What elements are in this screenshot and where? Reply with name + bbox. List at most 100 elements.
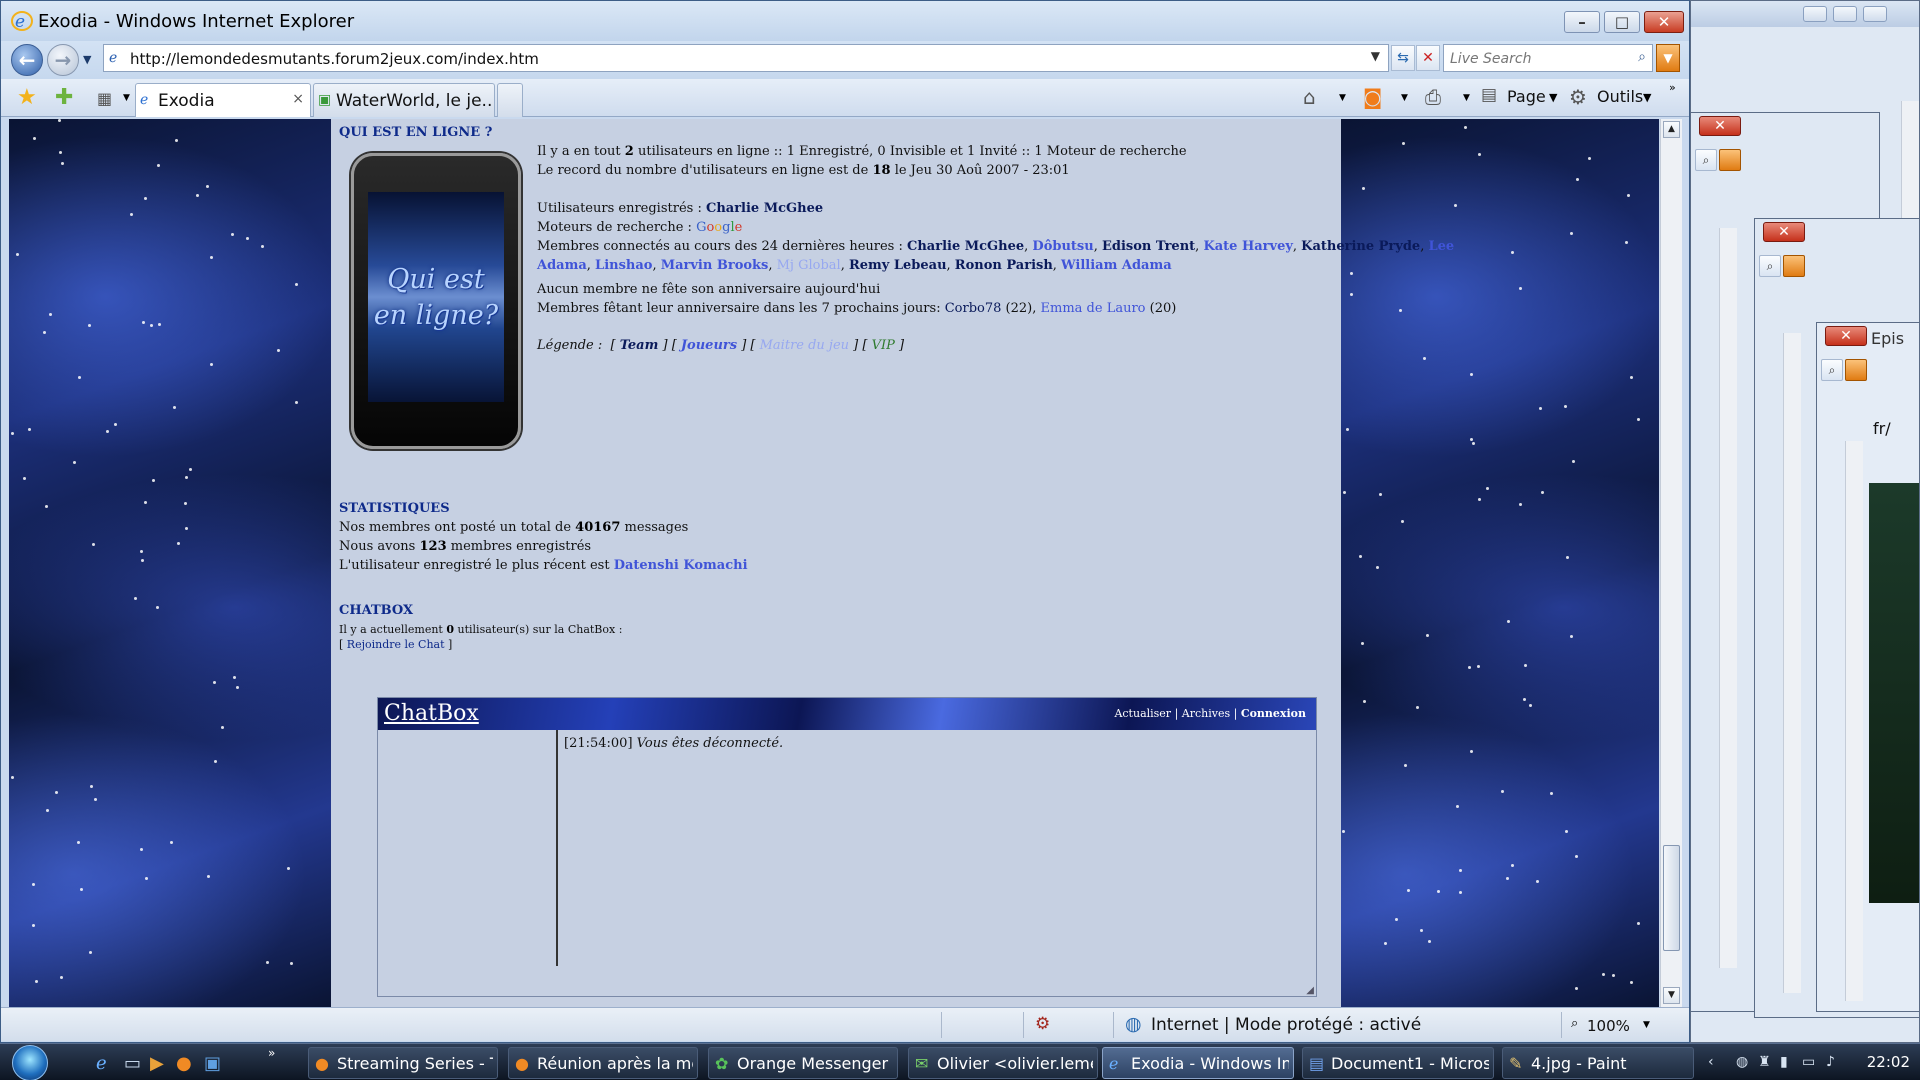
chatbox-login-link[interactable]: Connexion	[1241, 707, 1306, 720]
chatbox-archives-link[interactable]: Archives	[1182, 707, 1230, 720]
zoom-dropdown-icon[interactable]: ▼	[1643, 1020, 1650, 1030]
scroll-up-button[interactable]: ▲	[1663, 121, 1680, 138]
ie-quicklaunch-icon[interactable]: ℯ	[96, 1053, 107, 1074]
tab-waterworld[interactable]: ▣ WaterWorld, le je...	[313, 83, 495, 117]
background-window-3-scrollbar[interactable]	[1783, 333, 1801, 993]
live-search-input[interactable]: Live Search ⌕	[1443, 44, 1653, 72]
stop-button[interactable]: ✕	[1416, 45, 1440, 71]
security-zone[interactable]: Internet | Mode protégé : activé	[1151, 1015, 1421, 1035]
task-reunion[interactable]: ● Réunion après la mo...	[508, 1047, 698, 1079]
close-button[interactable]: ✕	[1644, 11, 1684, 33]
usb-tray-icon[interactable]: ▮	[1780, 1054, 1788, 1070]
member-link[interactable]: Ronon Parish	[955, 258, 1053, 273]
member-link[interactable]: Remy Lebeau	[849, 258, 947, 273]
search-icon[interactable]: ⌕	[1821, 359, 1843, 381]
member-link[interactable]: Adama	[537, 258, 587, 273]
firefox-quicklaunch-icon[interactable]: ●	[176, 1053, 192, 1074]
forward-button[interactable]: →	[47, 44, 79, 76]
new-tab-button[interactable]	[497, 83, 523, 117]
start-button[interactable]	[4, 1044, 56, 1080]
legend-vip-link[interactable]: VIP	[872, 338, 895, 353]
task-exodia-ie[interactable]: ℯ Exodia - Windows Int...	[1102, 1047, 1294, 1079]
feed-dropdown-icon[interactable]: ▼	[1401, 93, 1408, 103]
join-chat-link[interactable]: Rejoindre le Chat	[347, 638, 445, 651]
chevron-down-icon[interactable]: ▼	[1371, 49, 1380, 63]
member-link[interactable]: Kate Harvey	[1203, 239, 1292, 254]
member-link[interactable]: Emma de Lauro	[1041, 301, 1146, 316]
search-dropdown-button[interactable]	[1783, 255, 1805, 277]
rss-feed-icon[interactable]: ◙	[1363, 85, 1382, 109]
quick-tabs-icon[interactable]: ▦	[97, 89, 112, 108]
search-dropdown-button[interactable]	[1845, 359, 1867, 381]
search-dropdown-button[interactable]	[1719, 149, 1741, 171]
maximize-button[interactable]	[1833, 6, 1857, 22]
close-tab-icon[interactable]: ×	[292, 91, 304, 107]
resize-grip-icon[interactable]: ◢	[1306, 985, 1314, 996]
media-quicklaunch-icon[interactable]: ▶	[150, 1053, 164, 1074]
background-window-4-scrollbar[interactable]	[1845, 441, 1863, 1001]
chatbox-refresh-link[interactable]: Actualiser	[1114, 707, 1171, 720]
zoom-level[interactable]: 100%	[1587, 1017, 1630, 1035]
maximize-button[interactable]: □	[1604, 11, 1640, 33]
search-options-button[interactable]: ▼	[1656, 44, 1680, 72]
shield-tray-icon[interactable]: ♜	[1758, 1054, 1771, 1070]
print-dropdown-icon[interactable]: ▼	[1463, 93, 1470, 103]
chatbox-title-link[interactable]: ChatBox	[384, 701, 479, 726]
close-button[interactable]: ✕	[1763, 222, 1805, 242]
vertical-scrollbar[interactable]: ▲ ▼	[1660, 119, 1682, 1007]
favorites-star-icon[interactable]: ★	[17, 85, 37, 110]
chevron-down-icon[interactable]: ▼	[1549, 91, 1557, 104]
minimize-button[interactable]	[1803, 6, 1827, 22]
background-window-2-scrollbar[interactable]	[1719, 228, 1737, 968]
refresh-button[interactable]: ⇆	[1391, 45, 1415, 71]
task-paint[interactable]: ✎ 4.jpg - Paint	[1502, 1047, 1694, 1079]
member-link[interactable]: Lee	[1428, 239, 1454, 254]
popup-blocker-icon[interactable]: ⚙	[1035, 1014, 1050, 1034]
volume-icon[interactable]: ♪	[1826, 1054, 1835, 1070]
member-link[interactable]: Datenshi Komachi	[614, 558, 748, 573]
tools-menu[interactable]: Outils	[1597, 87, 1643, 106]
member-link[interactable]: William Adama	[1061, 258, 1172, 273]
monitor-tray-icon[interactable]: ▭	[1802, 1054, 1815, 1070]
member-link[interactable]: Charlie McGhee	[706, 201, 823, 216]
page-menu[interactable]: Page	[1507, 87, 1546, 106]
scroll-down-button[interactable]: ▼	[1663, 987, 1680, 1004]
chevron-down-icon[interactable]: ▼	[1643, 91, 1651, 104]
add-favorites-icon[interactable]: ✚	[55, 85, 73, 110]
address-url[interactable]: http://lemondedesmutants.forum2jeux.com/…	[130, 50, 539, 68]
member-link[interactable]: Katherine Pryde	[1301, 239, 1420, 254]
close-button[interactable]: ✕	[1825, 326, 1867, 346]
member-link[interactable]: Marvin Brooks	[661, 258, 769, 273]
home-icon[interactable]: ⌂	[1303, 85, 1316, 109]
quicklaunch-overflow-icon[interactable]: »	[268, 1046, 275, 1060]
scrollbar-thumb[interactable]	[1663, 845, 1680, 951]
tab-exodia[interactable]: ℯ Exodia ×	[135, 83, 311, 117]
legend-joueurs-link[interactable]: Joueurs	[681, 338, 737, 353]
restore-button[interactable]	[1863, 6, 1887, 22]
address-bar[interactable]: ℯ http://lemondedesmutants.forum2jeux.co…	[103, 44, 1389, 72]
search-icon[interactable]: ⌕	[1759, 255, 1781, 277]
toolbar-overflow-icon[interactable]: »	[1669, 81, 1676, 94]
explorer-quicklaunch-icon[interactable]: ▭	[124, 1053, 141, 1074]
task-streaming-series[interactable]: ● Streaming Series - T...	[308, 1047, 498, 1079]
member-link[interactable]: Mj Global	[777, 258, 841, 273]
tab-list-dropdown-icon[interactable]: ▼	[123, 93, 130, 103]
history-dropdown-icon[interactable]: ▼	[83, 53, 91, 66]
clock[interactable]: 22:02	[1867, 1053, 1910, 1071]
legend-team-link[interactable]: Team	[620, 338, 659, 353]
close-button[interactable]: ✕	[1699, 116, 1741, 136]
minimize-button[interactable]: –	[1564, 11, 1600, 33]
tray-expand-icon[interactable]: ‹	[1708, 1054, 1714, 1070]
member-link[interactable]: Linshao	[595, 258, 652, 273]
task-orange-messenger[interactable]: ✿ Orange Messenger b...	[708, 1047, 898, 1079]
search-icon[interactable]: ⌕	[1638, 49, 1646, 65]
back-button[interactable]: ←	[11, 44, 43, 76]
window-titlebar[interactable]: e Exodia - Windows Internet Explorer – □…	[1, 1, 1689, 41]
search-icon[interactable]: ⌕	[1695, 149, 1717, 171]
desktop-quicklaunch-icon[interactable]: ▣	[204, 1053, 221, 1074]
member-link[interactable]: Corbo78	[945, 301, 1002, 316]
background-window-4[interactable]: ✕ Epis ⌕ fr/	[1816, 322, 1920, 1012]
legend-mj-link[interactable]: Maitre du jeu	[760, 338, 849, 353]
task-word-document[interactable]: ▤ Document1 - Micros...	[1302, 1047, 1494, 1079]
member-link[interactable]: Charlie McGhee	[907, 239, 1024, 254]
